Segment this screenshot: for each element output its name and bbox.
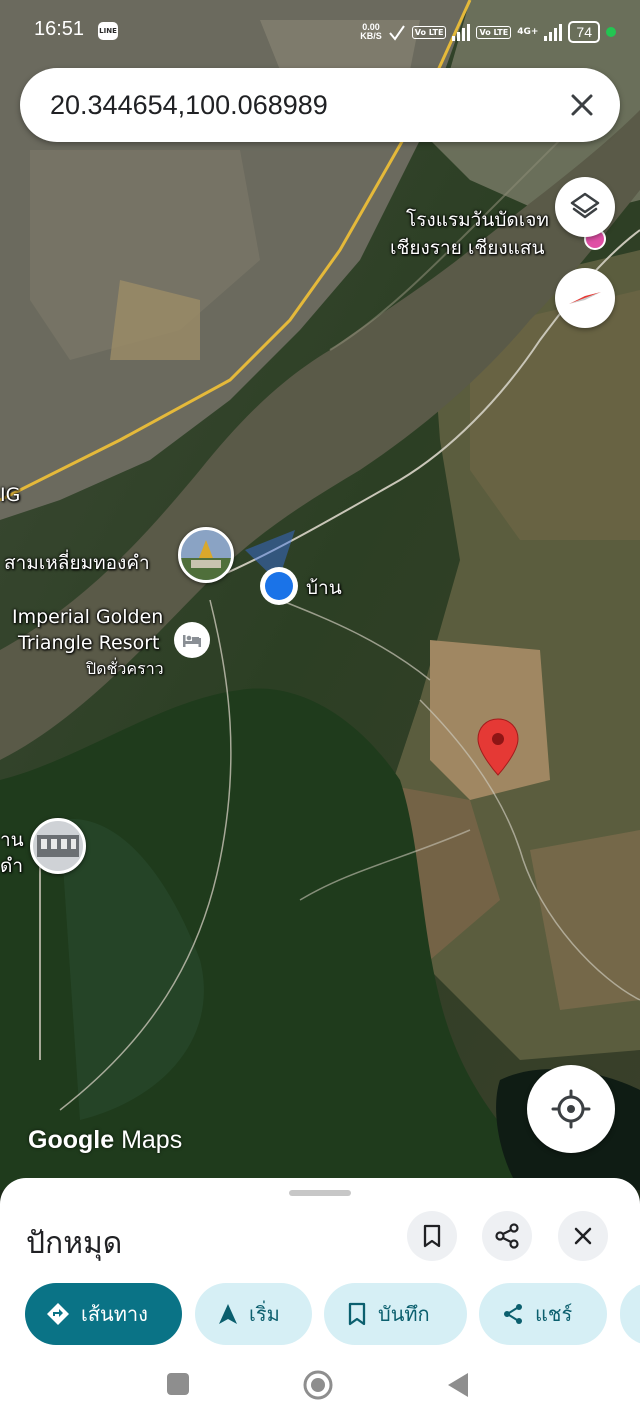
label-hotel-line1[interactable]: โรงแรมวันบัดเจท	[406, 205, 549, 235]
share-icon	[495, 1223, 519, 1249]
status-time: 16:51	[34, 18, 85, 40]
label-edge-ig: IG	[0, 484, 21, 506]
save-label: บันทึก	[378, 1302, 430, 1326]
label-hotel-line2[interactable]: เชียงราย เชียงแสน	[390, 233, 544, 263]
museum-photo[interactable]	[30, 818, 86, 874]
label-edge-left2: ดำ	[0, 855, 24, 877]
bookmark-icon	[423, 1224, 441, 1248]
search-bar[interactable]: 20.344654,100.068989	[20, 68, 620, 142]
close-icon	[574, 1227, 592, 1245]
sheet-title: ปักหมุด	[26, 1226, 123, 1261]
golden-triangle-photo[interactable]	[178, 527, 234, 583]
red-pin-icon[interactable]	[476, 717, 520, 777]
close-icon[interactable]	[562, 85, 602, 125]
share-icon	[504, 1304, 522, 1324]
search-query[interactable]: 20.344654,100.068989	[50, 68, 328, 142]
wifi-calling-icon	[388, 25, 405, 41]
action-chips: เส้นทาง เริ่ม บันทึก แชร์	[25, 1283, 640, 1347]
compass-icon	[569, 292, 601, 304]
home-icon[interactable]	[302, 1369, 334, 1401]
map-view[interactable]: โรงแรมวันบัดเจท เชียงราย เชียงแสน สามเหล…	[0, 0, 640, 1190]
layers-button[interactable]	[555, 177, 615, 237]
recents-icon[interactable]	[166, 1372, 190, 1396]
directions-chip[interactable]: เส้นทาง	[25, 1283, 182, 1345]
layers-icon	[570, 192, 600, 219]
share-icon-button[interactable]	[482, 1211, 532, 1261]
my-location-button[interactable]	[527, 1065, 615, 1153]
directions-label: เส้นทาง	[81, 1302, 148, 1326]
network-type: 4G+	[517, 27, 539, 37]
directions-icon	[47, 1303, 69, 1325]
sheet-close-button[interactable]	[558, 1211, 608, 1261]
volte-badge-2: Vo LTE	[476, 25, 512, 39]
blue-dot-icon	[260, 567, 298, 605]
navigation-arrow-icon	[219, 1304, 237, 1324]
privacy-dot-icon	[606, 27, 616, 37]
label-home[interactable]: บ้าน	[306, 573, 342, 603]
signal-bars-1-icon	[452, 23, 471, 41]
battery-indicator: 74	[568, 21, 600, 43]
signal-bars-2-icon	[544, 23, 563, 41]
status-bar: 16:51 LINE 0.00 KB/S Vo LTE Vo LTE 4G+ 74	[0, 0, 640, 62]
more-chip[interactable]	[620, 1283, 640, 1345]
hotel-icon[interactable]	[174, 622, 210, 658]
save-icon-button[interactable]	[407, 1211, 457, 1261]
back-icon[interactable]	[446, 1372, 470, 1398]
google-maps-attribution: Google Maps	[28, 1126, 183, 1154]
compass-button[interactable]	[555, 268, 615, 328]
share-label: แชร์	[535, 1302, 573, 1326]
start-chip[interactable]: เริ่ม	[195, 1283, 312, 1345]
label-resort-line1[interactable]: Imperial Golden	[12, 606, 163, 628]
line-app-icon: LINE	[98, 22, 118, 40]
net-speed: 0.00 KB/S	[360, 22, 382, 41]
bookmark-icon	[348, 1302, 366, 1326]
system-nav-bar	[0, 1350, 640, 1422]
volte-badge-1: Vo LTE	[411, 25, 447, 39]
share-chip[interactable]: แชร์	[479, 1283, 607, 1345]
label-resort-line2[interactable]: Triangle Resort	[18, 632, 159, 654]
start-label: เริ่ม	[249, 1302, 280, 1326]
save-chip[interactable]: บันทึก	[324, 1283, 467, 1345]
label-resort-status: ปิดชั่วคราว	[86, 659, 164, 678]
my-location-icon	[551, 1089, 591, 1129]
label-golden-triangle[interactable]: สามเหลี่ยมทองคำ	[4, 548, 150, 578]
sheet-drag-handle[interactable]	[289, 1190, 351, 1196]
